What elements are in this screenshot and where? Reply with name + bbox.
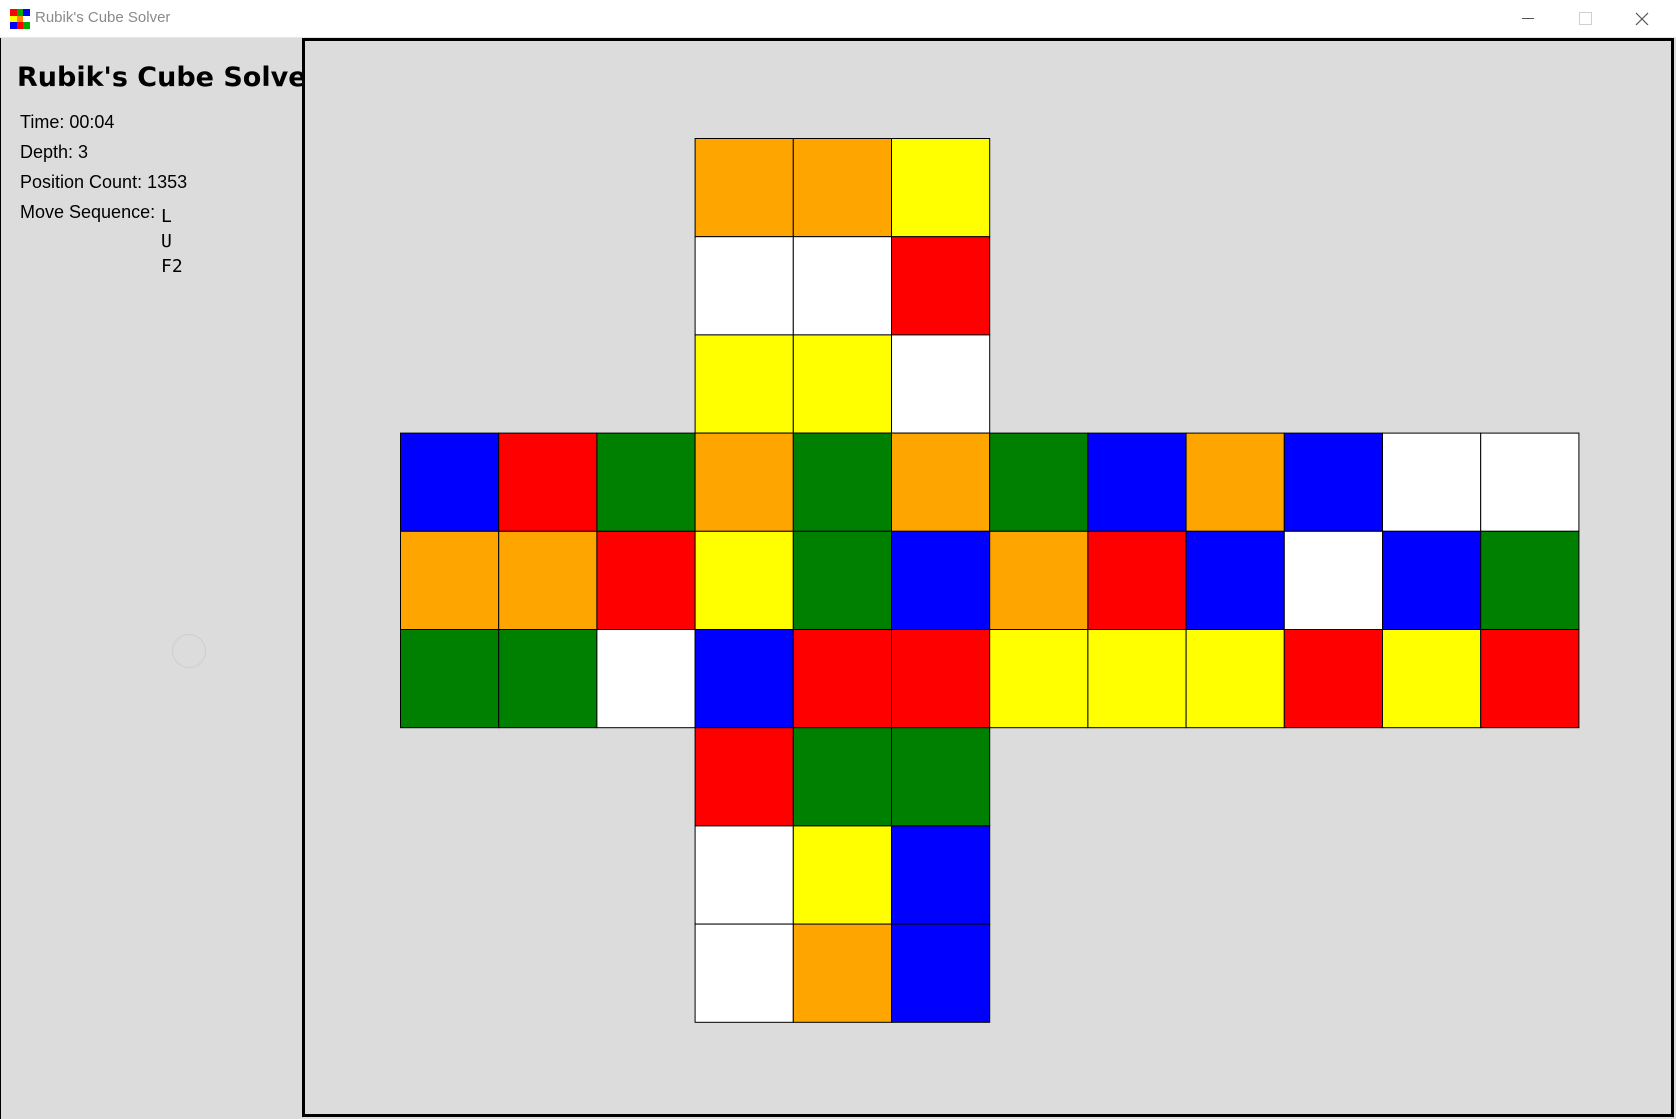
app-window: Rubik's Cube Solver Rubik's Cube Solver …	[0, 0, 1676, 1119]
band-sticker	[596, 432, 696, 532]
band-sticker	[596, 629, 696, 729]
move-item: L	[161, 206, 172, 227]
band-sticker	[1283, 432, 1383, 532]
up-sticker	[891, 334, 991, 434]
up-sticker	[694, 138, 794, 238]
band-sticker	[1480, 629, 1580, 729]
info-panel: Rubik's Cube Solver Time: 00:04 Depth: 3…	[0, 38, 320, 1119]
down-sticker	[694, 923, 794, 1023]
title-bar[interactable]: Rubik's Cube Solver	[0, 0, 1676, 38]
down-sticker	[792, 923, 892, 1023]
depth-label: Depth: 3	[20, 142, 89, 162]
band-sticker	[1480, 530, 1580, 630]
band-sticker	[1087, 629, 1187, 729]
band-sticker	[400, 530, 500, 630]
down-sticker	[891, 825, 991, 925]
band-sticker	[1087, 432, 1187, 532]
band-sticker	[1087, 530, 1187, 630]
band-sticker	[400, 432, 500, 532]
up-sticker	[694, 334, 794, 434]
band-sticker	[1185, 432, 1285, 532]
band-sticker	[792, 432, 892, 532]
minimize-button[interactable]	[1500, 0, 1556, 37]
page-title: Rubik's Cube Solver	[17, 62, 320, 93]
close-button[interactable]	[1614, 0, 1670, 37]
down-sticker	[694, 727, 794, 827]
window-title: Rubik's Cube Solver	[35, 9, 171, 26]
up-sticker	[694, 236, 794, 336]
band-sticker	[891, 432, 991, 532]
move-sequence-label: Move Sequence:	[20, 202, 156, 222]
up-sticker	[891, 138, 991, 238]
down-sticker	[891, 727, 991, 827]
time-label: Time: 00:04	[20, 112, 115, 132]
loading-spinner-icon	[172, 634, 206, 668]
up-sticker	[792, 236, 892, 336]
band-sticker	[1382, 629, 1482, 729]
maximize-button[interactable]	[1557, 0, 1613, 37]
move-item: U	[161, 231, 172, 252]
band-sticker	[1382, 432, 1482, 532]
up-sticker	[891, 236, 991, 336]
band-sticker	[1185, 530, 1285, 630]
band-sticker	[498, 432, 598, 532]
band-sticker	[891, 629, 991, 729]
down-sticker	[792, 727, 892, 827]
up-sticker	[792, 334, 892, 434]
band-sticker	[989, 530, 1089, 630]
band-sticker	[400, 629, 500, 729]
band-sticker	[694, 530, 794, 630]
up-sticker	[792, 138, 892, 238]
band-sticker	[498, 629, 598, 729]
down-sticker	[891, 923, 991, 1023]
cube-net-view	[302, 38, 1674, 1117]
band-sticker	[498, 530, 598, 630]
band-sticker	[1283, 530, 1383, 630]
band-sticker	[989, 432, 1089, 532]
band-sticker	[1185, 629, 1285, 729]
move-sequence-list: L U F2	[161, 204, 183, 279]
band-sticker	[792, 530, 892, 630]
position-count-label: Position Count: 1353	[20, 172, 188, 192]
maximize-icon	[1578, 12, 1592, 25]
minimize-icon	[1522, 18, 1534, 19]
band-sticker	[694, 629, 794, 729]
band-sticker	[1382, 530, 1482, 630]
band-sticker	[596, 530, 696, 630]
band-sticker	[1283, 629, 1383, 729]
band-sticker	[792, 629, 892, 729]
band-sticker	[694, 432, 794, 532]
down-sticker	[694, 825, 794, 925]
cube-net	[400, 138, 1580, 1023]
band-sticker	[891, 530, 991, 630]
rubiks-cube-app-icon	[10, 9, 30, 29]
move-item: F2	[161, 256, 183, 277]
band-sticker	[1480, 432, 1580, 532]
close-icon	[1635, 12, 1649, 25]
down-sticker	[792, 825, 892, 925]
band-sticker	[989, 629, 1089, 729]
